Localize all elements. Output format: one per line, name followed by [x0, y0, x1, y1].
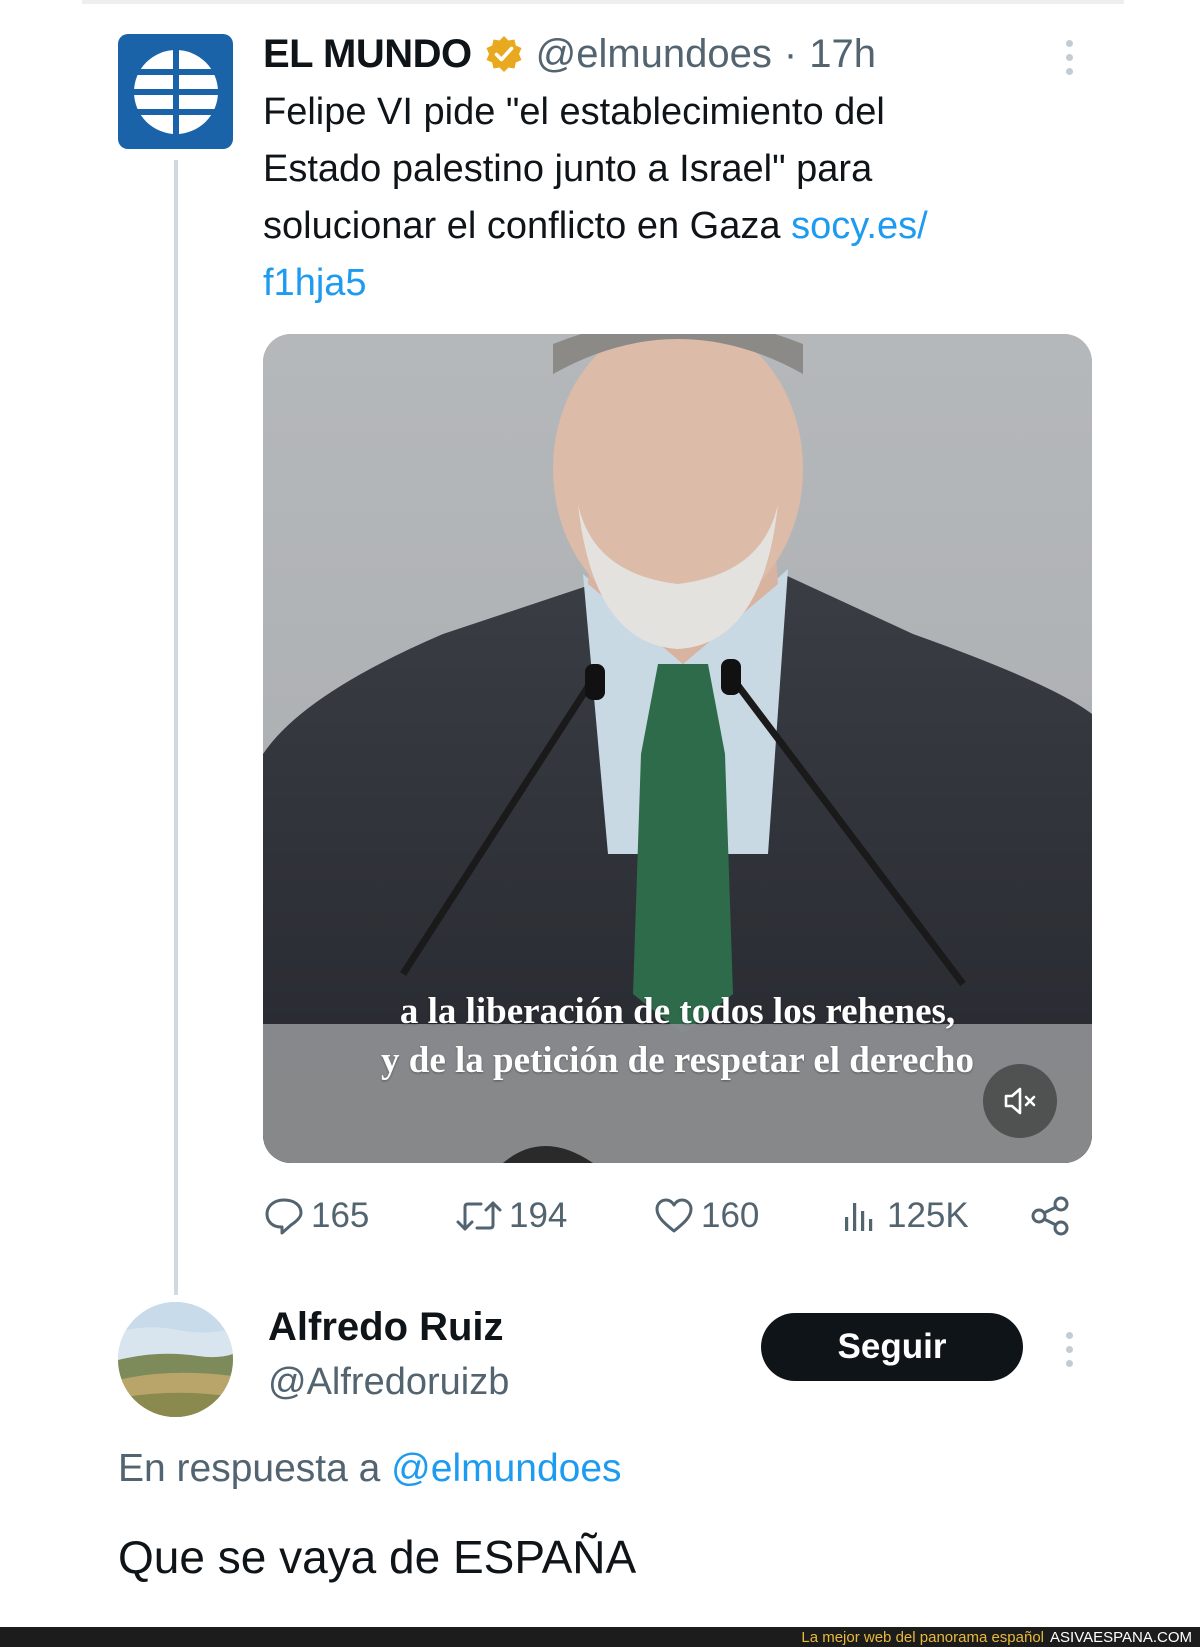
verified-badge-icon [486, 36, 522, 72]
thread-line [174, 160, 178, 1295]
video-caption-line: y de la petición de respetar el derecho [381, 1040, 974, 1081]
tweet-text-line: Estado palestino junto a Israel" para [263, 148, 873, 190]
reply-count: 165 [311, 1196, 370, 1235]
more-options-icon[interactable] [1064, 40, 1074, 75]
share-icon [1031, 1196, 1069, 1236]
reply-icon [265, 1198, 303, 1235]
tweet-header: EL MUNDO @elmundoes · 17h [263, 28, 876, 80]
tweet-time[interactable]: 17h [809, 32, 876, 77]
like-count: 160 [701, 1196, 760, 1235]
views-count: 125K [887, 1196, 969, 1235]
top-divider [82, 0, 1124, 4]
el-mundo-avatar[interactable] [118, 34, 233, 149]
follow-button[interactable]: Seguir [761, 1313, 1023, 1381]
footer-site-link[interactable]: ASIVAESPANA.COM [1050, 1629, 1192, 1646]
reply-author-handle[interactable]: @Alfredoruizb [268, 1361, 509, 1404]
heart-icon [655, 1198, 693, 1233]
views-icon [845, 1203, 873, 1231]
reply-text: Que se vaya de ESPAÑA [118, 1531, 637, 1583]
site-footer: La mejor web del panorama español ASIVAE… [0, 1627, 1200, 1647]
el-mundo-logo-icon [129, 45, 222, 138]
tweet-text: Felipe VI pide "el establecimiento del E… [263, 84, 1093, 312]
share-button[interactable] [1029, 1190, 1073, 1242]
more-options-icon[interactable] [1064, 1332, 1074, 1367]
tweet-text-line: solucionar el conflicto en Gaza socy.es/ [263, 198, 1093, 255]
views-button[interactable]: 125K [841, 1190, 969, 1242]
author-name[interactable]: EL MUNDO [263, 32, 472, 77]
muted-speaker-icon [1004, 1087, 1036, 1115]
footer-tagline: La mejor web del panorama español [801, 1628, 1045, 1646]
tweet-text-fragment: solucionar el conflicto en Gaza [263, 205, 792, 247]
in-reply-prefix: En respuesta a [118, 1447, 392, 1490]
avatar-landscape-photo [118, 1302, 233, 1417]
like-button[interactable]: 160 [653, 1190, 759, 1242]
in-reply-to: En respuesta a @elmundoes [118, 1447, 622, 1491]
video-caption-line: a la liberación de todos los rehenes, [399, 991, 956, 1032]
reply-author-name[interactable]: Alfredo Ruiz [268, 1305, 504, 1350]
retweet-button[interactable]: 194 [455, 1190, 567, 1242]
mute-button[interactable] [983, 1064, 1057, 1138]
in-reply-handle-link[interactable]: @elmundoes [391, 1447, 621, 1490]
retweet-count: 194 [509, 1196, 568, 1235]
tweet-actions: 165 194 160 125K [263, 1190, 1083, 1242]
user-avatar[interactable] [118, 1302, 233, 1417]
reply-button[interactable]: 165 [263, 1190, 369, 1242]
tweet-link-continued[interactable]: f1hja5 [263, 255, 1093, 312]
tweet-text-line: Felipe VI pide "el establecimiento del [263, 91, 885, 133]
retweet-icon [456, 1201, 502, 1231]
separator-dot: · [783, 31, 798, 76]
tweet-link[interactable]: socy.es/ [791, 205, 928, 247]
author-handle[interactable]: @elmundoes [536, 32, 772, 77]
